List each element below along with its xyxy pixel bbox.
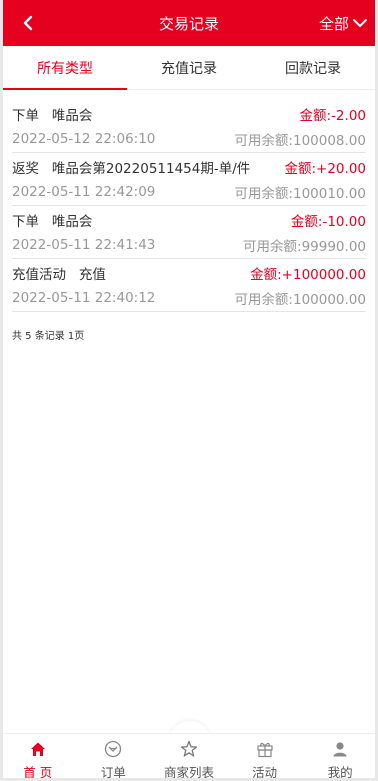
record-time: 2022-05-11 22:40:12 bbox=[12, 290, 156, 306]
tabbar-item-profile[interactable]: 我的 bbox=[302, 734, 378, 781]
record-time: 2022-05-11 22:42:09 bbox=[12, 184, 156, 200]
tabbar-item-merchants[interactable]: 商家列表 bbox=[151, 734, 227, 781]
record-balance: 可用余额:100008.00 bbox=[234, 133, 366, 149]
tab-payback-records[interactable]: 回款记录 bbox=[251, 46, 375, 89]
list-item[interactable]: 充值活动 充值 金额:+100000.00 2022-05-11 22:40:1… bbox=[12, 259, 366, 312]
record-amount: 金额:-10.00 bbox=[290, 214, 366, 230]
chevron-down-icon bbox=[353, 19, 367, 27]
list-item[interactable]: 下单 唯品会 金额:-2.00 2022-05-12 22:06:10 可用余额… bbox=[12, 100, 366, 153]
page-title: 交易记录 bbox=[158, 14, 219, 33]
record-type-tabs: 所有类型 充值记录 回款记录 bbox=[3, 46, 375, 90]
tabbar-label: 首 页 bbox=[23, 765, 53, 780]
record-count-summary: 共 5 条记录 1页 bbox=[12, 331, 85, 342]
home-icon bbox=[29, 740, 47, 758]
tabbar-label: 商家列表 bbox=[163, 765, 214, 780]
chevron-left-icon bbox=[23, 15, 33, 31]
user-icon bbox=[331, 740, 349, 758]
record-amount: 金额:+20.00 bbox=[284, 161, 366, 177]
tabbar-item-activities[interactable]: 活动 bbox=[227, 734, 303, 781]
filter-dropdown[interactable]: 全部 bbox=[319, 12, 368, 34]
record-amount: 金额:-2.00 bbox=[299, 108, 366, 124]
record-title: 返奖 唯品会第20220511454期-单/件 bbox=[12, 161, 251, 177]
record-balance: 可用余额:100010.00 bbox=[234, 186, 366, 202]
list-item[interactable]: 返奖 唯品会第20220511454期-单/件 金额:+20.00 2022-0… bbox=[12, 153, 366, 206]
tab-recharge-records[interactable]: 充值记录 bbox=[127, 46, 251, 89]
tabbar-label: 活动 bbox=[252, 765, 278, 780]
star-icon bbox=[180, 740, 198, 758]
record-balance: 可用余额:99990.00 bbox=[243, 239, 366, 255]
record-title: 下单 唯品会 bbox=[12, 214, 93, 230]
tabbar-item-home[interactable]: 首 页 bbox=[0, 734, 76, 781]
gift-icon bbox=[256, 740, 274, 758]
record-amount: 金额:+100000.00 bbox=[250, 267, 366, 283]
record-title: 下单 唯品会 bbox=[12, 108, 93, 124]
record-time: 2022-05-11 22:41:43 bbox=[12, 237, 156, 253]
tabbar-label: 我的 bbox=[327, 765, 353, 780]
record-time: 2022-05-12 22:06:10 bbox=[12, 131, 156, 147]
filter-label: 全部 bbox=[318, 14, 349, 33]
tabbar-item-orders[interactable]: 订单 bbox=[76, 734, 152, 781]
back-button[interactable] bbox=[16, 11, 40, 35]
bottom-tab-bar: 首 页 订单 商家列表 活动 我的 bbox=[0, 733, 378, 781]
record-title: 充值活动 充值 bbox=[12, 267, 106, 283]
tab-all-types[interactable]: 所有类型 bbox=[3, 46, 127, 90]
list-item[interactable]: 下单 唯品会 金额:-10.00 2022-05-11 22:41:43 可用余… bbox=[12, 206, 366, 259]
order-icon bbox=[104, 740, 122, 758]
top-bar: 交易记录 全部 bbox=[0, 0, 378, 46]
record-balance: 可用余额:100000.00 bbox=[234, 292, 366, 308]
transaction-list: 下单 唯品会 金额:-2.00 2022-05-12 22:06:10 可用余额… bbox=[12, 100, 366, 312]
tabbar-label: 订单 bbox=[100, 765, 126, 780]
